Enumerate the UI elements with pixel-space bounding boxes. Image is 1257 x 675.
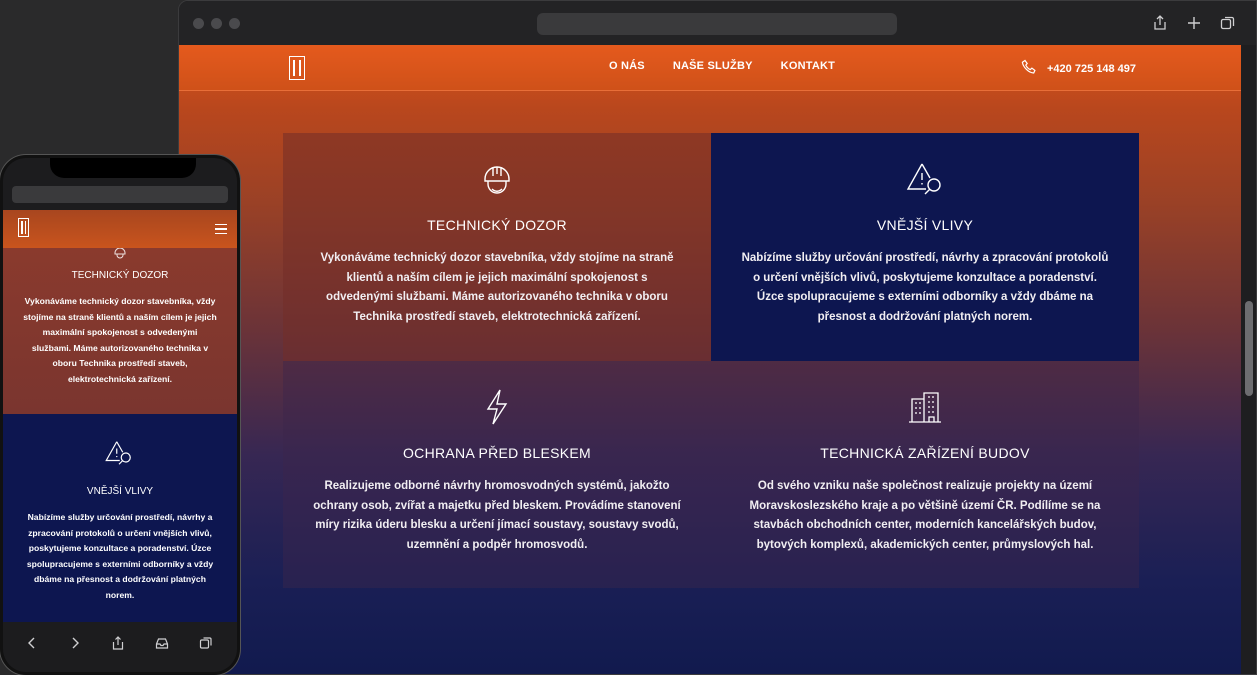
warning-search-icon [104,438,134,468]
phone-notch [50,158,196,178]
service-title: VNĚJŠÍ VLIVY [876,217,974,233]
phone-icon [1021,59,1037,78]
services-grid: TECHNICKÝ DOZOR Vykonáváme technický doz… [283,133,1139,588]
share-icon[interactable] [1151,14,1169,32]
mobile-phone-mockup: TECHNICKÝ DOZOR Vykonáváme technický doz… [0,155,240,675]
service-description: Realizujeme odborné návrhy hromosvodných… [313,480,681,551]
service-description: Nabízíme služby určování prostředí, návr… [741,252,1109,323]
mobile-service-card-vnejsi-vlivy: VNĚJŠÍ VLIVY Nabízíme služby určování pr… [3,414,237,622]
main-navigation: O NÁS NAŠE SLUŽBY KONTAKT [609,60,835,72]
phone-number: +420 725 148 497 [1047,62,1137,75]
scrollbar-thumb[interactable] [1245,301,1253,396]
inbox-icon[interactable] [153,634,171,652]
mobile-site-logo[interactable] [18,218,29,237]
nav-link-nase-sluzby[interactable]: NAŠE SLUŽBY [673,60,753,72]
nav-link-kontakt[interactable]: KONTAKT [781,60,835,72]
service-description: Vykonáváme technický dozor stavebníka, v… [23,296,217,384]
share-icon[interactable] [109,634,127,652]
service-description: Od svého vzniku naše společnost realizuj… [749,480,1101,551]
forward-icon[interactable] [66,634,84,652]
hamburger-menu-icon[interactable] [215,224,227,234]
nav-link-o-nas[interactable]: O NÁS [609,60,645,72]
mobile-browser-toolbar [3,622,237,672]
hard-hat-icon [477,159,517,199]
mobile-site-header [3,210,237,248]
service-card-ochrana-pred-bleskem: OCHRANA PŘED BLESKEM Realizujeme odborné… [283,361,711,588]
tabs-overview-icon[interactable] [1219,14,1237,32]
service-title: TECHNICKÝ DOZOR [71,270,169,281]
address-bar[interactable] [537,13,897,35]
mobile-page-viewport: TECHNICKÝ DOZOR Vykonáváme technický doz… [3,210,237,622]
service-card-vnejsi-vlivy: VNĚJŠÍ VLIVY Nabízíme služby určování pr… [711,133,1139,361]
site-header: O NÁS NAŠE SLUŽBY KONTAKT +420 725 148 4… [179,45,1243,91]
service-title: TECHNICKÝ DOZOR [427,217,567,233]
mobile-service-card-technicky-dozor: TECHNICKÝ DOZOR Vykonáváme technický doz… [3,247,237,414]
new-tab-icon[interactable] [1185,14,1203,32]
service-description: Vykonáváme technický dozor stavebníka, v… [320,252,674,323]
window-minimize-button[interactable] [211,18,222,29]
site-logo[interactable] [289,56,305,80]
lightning-icon [477,387,517,427]
window-zoom-button[interactable] [229,18,240,29]
service-description: Nabízíme služby určování prostředí, návr… [26,512,214,600]
mobile-address-bar[interactable] [12,186,228,203]
service-card-technicky-dozor: TECHNICKÝ DOZOR Vykonáváme technický doz… [283,133,711,361]
tabs-overview-icon[interactable] [197,634,215,652]
service-title: TECHNICKÁ ZAŘÍZENÍ BUDOV [820,445,1030,461]
header-phone[interactable]: +420 725 148 497 [1021,59,1136,78]
window-close-button[interactable] [193,18,204,29]
page-scrollbar[interactable] [1241,45,1256,674]
service-card-technicka-zarizeni-budov: TECHNICKÁ ZAŘÍZENÍ BUDOV Od svého vzniku… [711,361,1139,588]
web-page-viewport: O NÁS NAŠE SLUŽBY KONTAKT +420 725 148 4… [179,45,1243,674]
service-title: VNĚJŠÍ VLIVY [86,486,154,497]
browser-toolbar [179,1,1256,45]
service-title: OCHRANA PŘED BLESKEM [402,445,592,461]
building-icon [905,387,945,427]
warning-search-icon [905,159,945,199]
desktop-browser-window: O NÁS NAŠE SLUŽBY KONTAKT +420 725 148 4… [178,0,1257,675]
back-icon[interactable] [23,634,41,652]
